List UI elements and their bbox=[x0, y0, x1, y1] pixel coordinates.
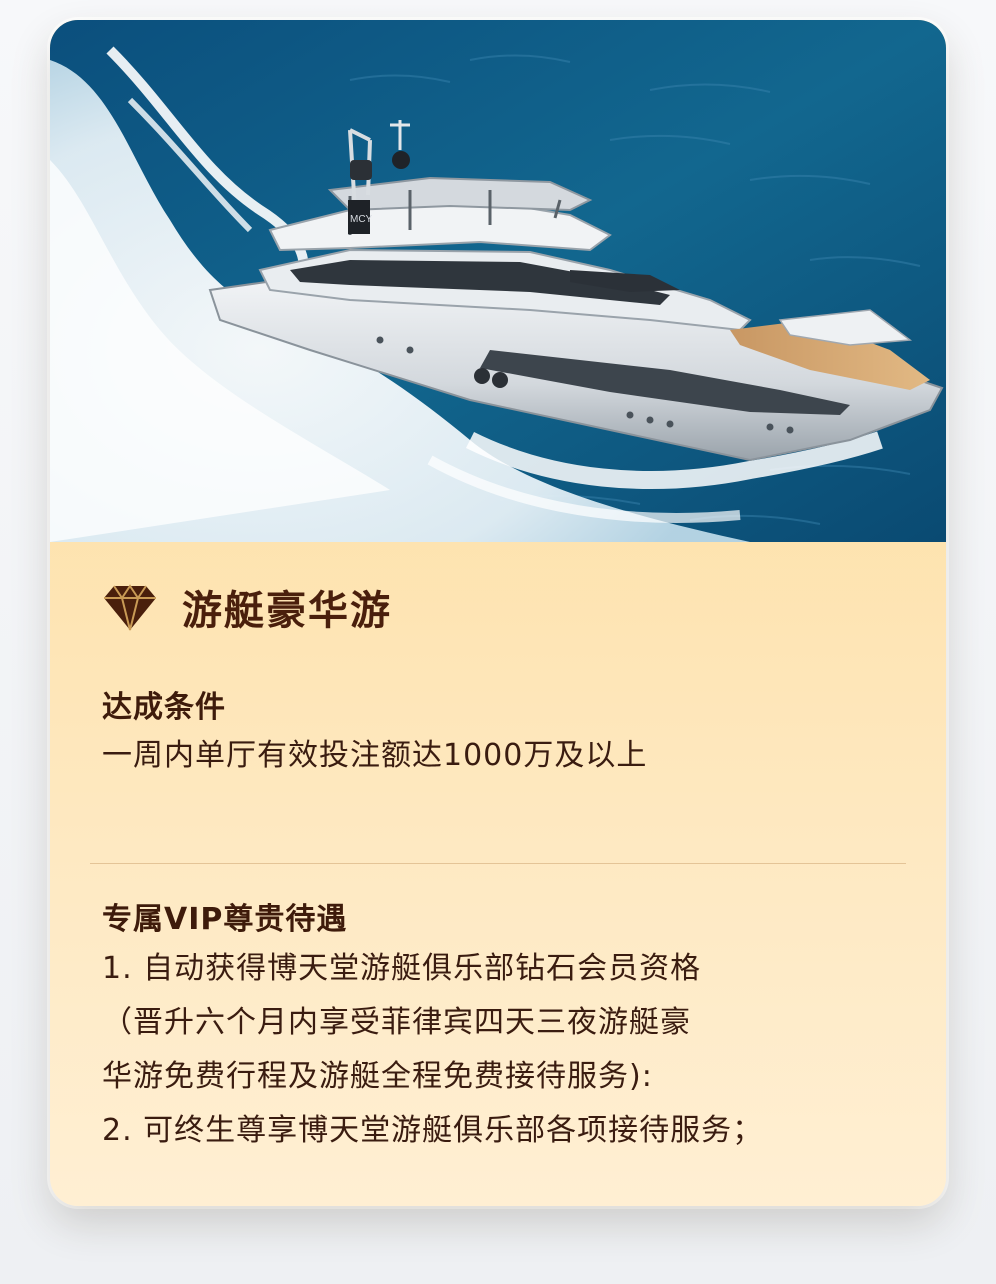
yacht-photo: MCY bbox=[50, 20, 946, 542]
conditions-heading: 达成条件 bbox=[102, 690, 226, 725]
benefit-line: 1. 自动获得博天堂游艇俱乐部钻石会员资格 bbox=[102, 951, 702, 986]
svg-text:MCY: MCY bbox=[350, 214, 373, 225]
benefit-line: 华游免费行程及游艇全程免费接待服务): bbox=[102, 1059, 653, 1094]
conditions-section: 达成条件 一周内单厅有效投注额达1000万及以上 bbox=[102, 686, 906, 782]
section-divider bbox=[90, 863, 906, 864]
vip-reward-card: MCY 游艇豪华游 达成条件 一周内单厅有效投注额达1000万及以上 专属VIP… bbox=[50, 20, 946, 1206]
conditions-text: 一周内单厅有效投注额达1000万及以上 bbox=[102, 738, 648, 773]
benefits-section: 专属VIP尊贵待遇 1. 自动获得博天堂游艇俱乐部钻石会员资格 （晋升六个月内享… bbox=[102, 898, 906, 1158]
diamond-icon bbox=[104, 584, 156, 631]
card-title: 游艇豪华游 bbox=[182, 588, 392, 634]
benefit-line: 2. 可终生尊享博天堂游艇俱乐部各项接待服务； bbox=[102, 1113, 764, 1148]
title-row: 游艇豪华游 bbox=[102, 576, 392, 638]
benefit-line: （晋升六个月内享受菲律宾四天三夜游艇豪 bbox=[102, 1005, 691, 1040]
benefits-heading: 专属VIP尊贵待遇 bbox=[102, 902, 348, 937]
page: MCY 游艇豪华游 达成条件 一周内单厅有效投注额达1000万及以上 专属VIP… bbox=[0, 0, 996, 1284]
